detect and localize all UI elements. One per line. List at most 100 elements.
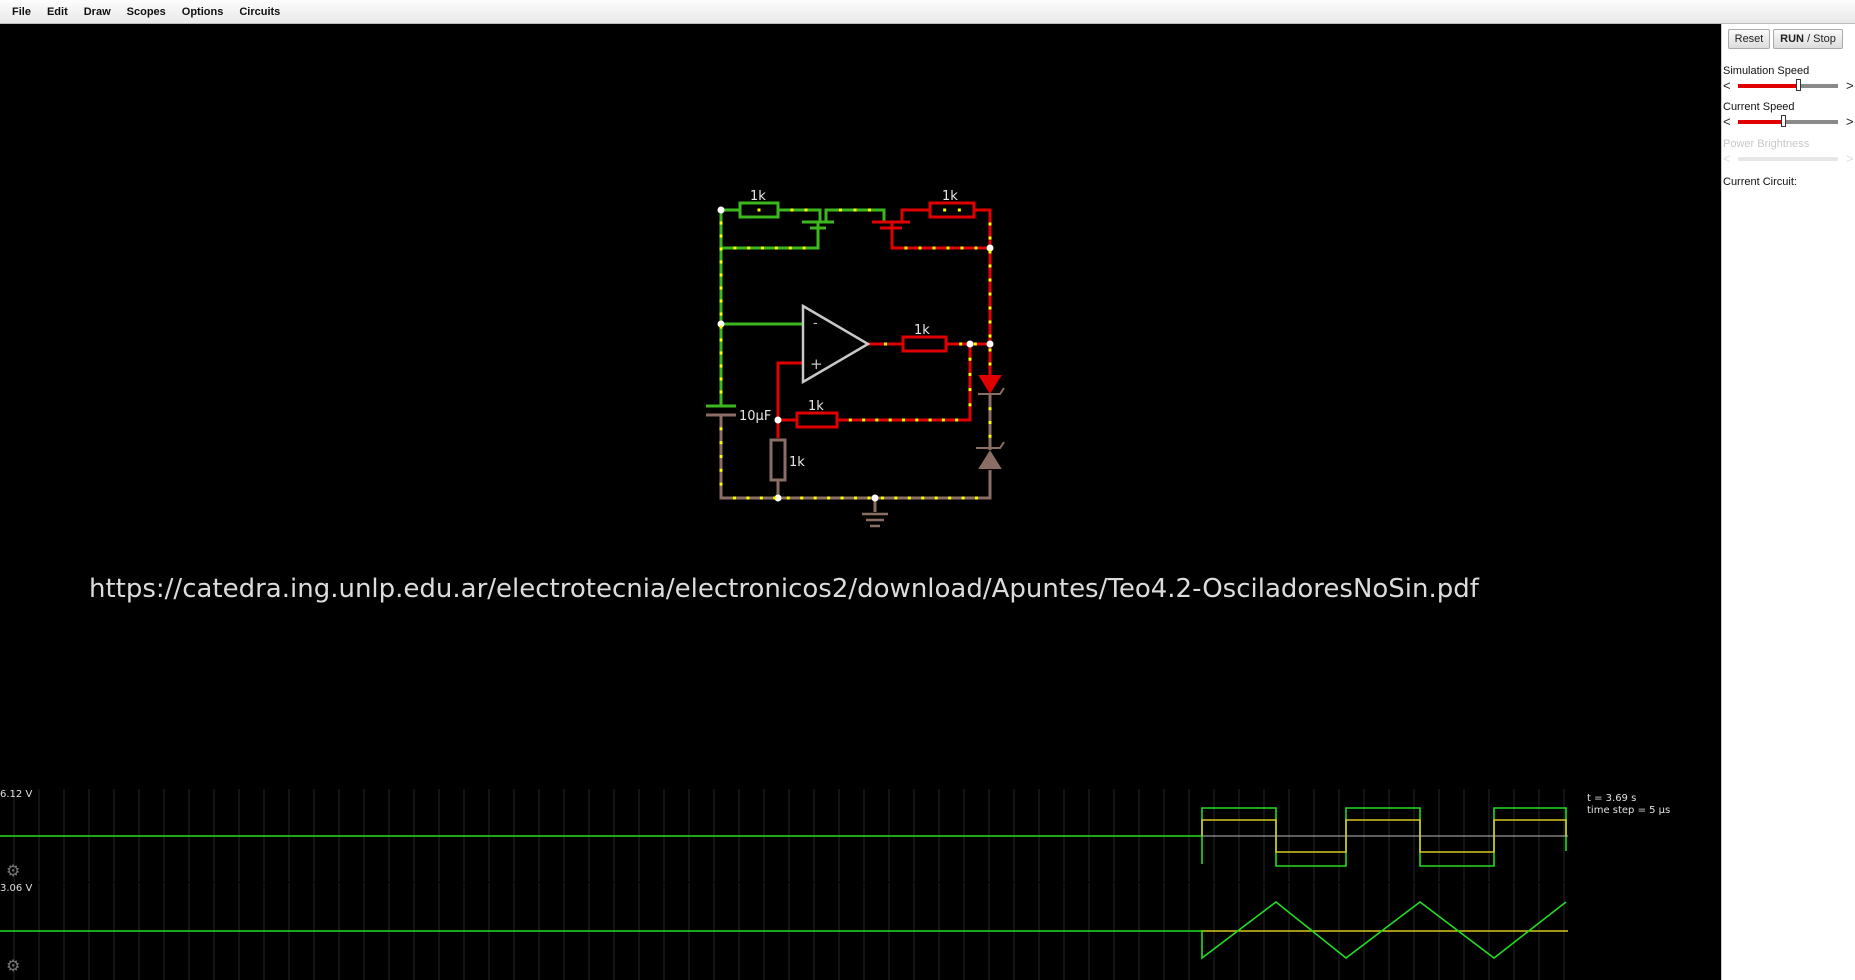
current-dot bbox=[968, 388, 972, 392]
current-dot bbox=[867, 496, 871, 500]
menu-edit[interactable]: Edit bbox=[39, 0, 76, 24]
menu-draw[interactable]: Draw bbox=[76, 0, 119, 24]
current-dot bbox=[827, 496, 831, 500]
ground-symbol bbox=[862, 512, 888, 528]
scope2-max-label: 3.06 V bbox=[0, 883, 32, 894]
scope2-trace-triangle bbox=[1201, 900, 1567, 960]
current-dot bbox=[773, 496, 777, 500]
slider-thumb[interactable] bbox=[1796, 79, 1801, 91]
current-dot bbox=[941, 418, 945, 422]
menu-bar: File Edit Draw Scopes Options Circuits bbox=[0, 0, 1855, 24]
node bbox=[986, 340, 994, 348]
current-dot bbox=[957, 208, 961, 212]
current-dot bbox=[915, 418, 919, 422]
current-dot bbox=[928, 418, 932, 422]
menu-scopes[interactable]: Scopes bbox=[119, 0, 174, 24]
current-dot bbox=[719, 338, 723, 342]
current-dot bbox=[719, 468, 723, 472]
resistor-label: 1k bbox=[789, 455, 805, 470]
scopes-panel[interactable]: 6.12 V 3.06 V t = 3.69 s time step = 5 µ… bbox=[0, 789, 1670, 980]
current-dot bbox=[961, 496, 965, 500]
chevron-right-icon[interactable]: > bbox=[1846, 79, 1854, 93]
scope1-settings-icon[interactable]: ⚙ bbox=[6, 861, 20, 880]
current-dot bbox=[761, 246, 765, 250]
slider-track bbox=[1798, 84, 1838, 88]
node bbox=[717, 206, 725, 214]
wire bbox=[900, 208, 930, 222]
wire bbox=[719, 415, 992, 500]
resistor-label: 1k bbox=[914, 323, 930, 338]
current-dot bbox=[839, 208, 842, 212]
chevron-right-icon: > bbox=[1846, 151, 1854, 166]
current-dot bbox=[732, 496, 736, 500]
node bbox=[966, 340, 974, 348]
current-speed-slider[interactable]: < > bbox=[1722, 115, 1855, 129]
menu-file[interactable]: File bbox=[4, 0, 39, 24]
current-dot bbox=[848, 418, 852, 422]
node bbox=[986, 244, 994, 252]
current-dot bbox=[868, 208, 871, 212]
circuit-schematic[interactable] bbox=[706, 201, 1005, 528]
wire bbox=[974, 208, 992, 378]
reset-button[interactable]: Reset bbox=[1728, 29, 1770, 49]
current-dot bbox=[988, 434, 992, 438]
current-dot bbox=[757, 208, 761, 212]
current-dot bbox=[988, 362, 992, 366]
chevron-left-icon[interactable]: < bbox=[1723, 79, 1731, 93]
time-readout: t = 3.69 s bbox=[1587, 793, 1636, 804]
current-dot bbox=[932, 246, 936, 250]
menu-options[interactable]: Options bbox=[174, 0, 232, 24]
current-dot bbox=[904, 246, 908, 250]
current-dot bbox=[988, 334, 992, 338]
resistor-r4 bbox=[795, 411, 839, 429]
resistor-label: 1k bbox=[808, 399, 824, 414]
stop-label: / Stop bbox=[1804, 33, 1836, 45]
current-dot bbox=[788, 246, 792, 250]
power-brightness-label: Power Brightness bbox=[1723, 138, 1810, 150]
capacitor-label: 10µF bbox=[739, 409, 771, 424]
current-dot bbox=[786, 496, 790, 500]
current-dot bbox=[719, 260, 723, 264]
current-dot bbox=[719, 286, 723, 290]
current-dot bbox=[968, 403, 972, 407]
current-dot bbox=[988, 222, 992, 226]
circuit-canvas[interactable]: 1k 1k 1k 1k 1k 10µF - + https://catedra.… bbox=[0, 24, 1721, 980]
scope1-max-label: 6.12 V bbox=[0, 789, 32, 800]
chevron-left-icon[interactable]: < bbox=[1723, 115, 1731, 129]
current-dot bbox=[988, 421, 992, 424]
current-dot bbox=[853, 208, 857, 212]
run-stop-button[interactable]: RUN / Stop bbox=[1773, 29, 1843, 49]
current-dot bbox=[719, 455, 723, 458]
current-dot bbox=[719, 351, 723, 355]
wire bbox=[778, 208, 822, 222]
simulation-speed-label: Simulation Speed bbox=[1723, 65, 1810, 77]
current-dot bbox=[719, 441, 723, 445]
simulation-speed-slider[interactable]: < > bbox=[1722, 79, 1855, 93]
current-dot bbox=[719, 482, 723, 486]
opamp-minus: - bbox=[813, 316, 818, 331]
current-dot bbox=[988, 407, 992, 411]
scope2-settings-icon[interactable]: ⚙ bbox=[6, 956, 20, 975]
timestep-readout: time step = 5 µs bbox=[1587, 805, 1670, 816]
slider-thumb[interactable] bbox=[1781, 115, 1786, 127]
slider-track bbox=[1783, 120, 1838, 124]
resistor-r2 bbox=[928, 201, 976, 219]
source-url: https://catedra.ing.unlp.edu.ar/electrot… bbox=[89, 574, 1480, 604]
menu-circuits[interactable]: Circuits bbox=[231, 0, 288, 24]
current-dot bbox=[960, 246, 964, 250]
opamp-plus: + bbox=[810, 355, 823, 373]
zener-diode-top bbox=[978, 375, 1002, 394]
current-dot bbox=[719, 325, 723, 329]
current-dot bbox=[719, 390, 723, 394]
wire bbox=[776, 418, 797, 438]
chevron-left-icon: < bbox=[1723, 151, 1731, 166]
current-dot bbox=[988, 306, 992, 310]
current-dot bbox=[988, 278, 992, 282]
current-dot bbox=[988, 348, 992, 352]
current-dot bbox=[854, 496, 857, 500]
current-dot bbox=[973, 342, 977, 346]
current-dot bbox=[804, 208, 808, 212]
current-dot bbox=[988, 250, 992, 254]
current-dot bbox=[719, 377, 723, 381]
chevron-right-icon[interactable]: > bbox=[1846, 115, 1854, 129]
